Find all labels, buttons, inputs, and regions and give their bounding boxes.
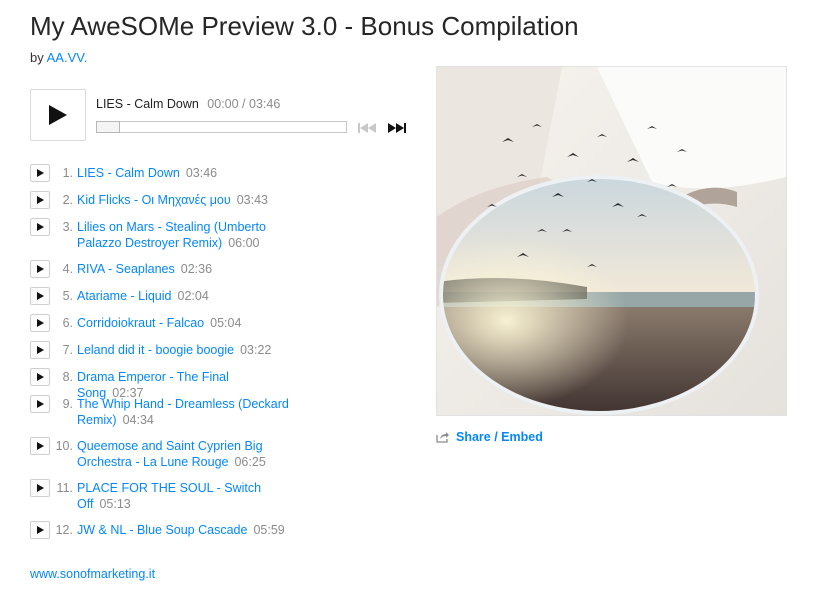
main-play-button[interactable]: [30, 89, 86, 141]
next-track-button[interactable]: [387, 121, 407, 133]
track-duration: 06:00: [228, 236, 260, 250]
track-duration: 03:43: [236, 193, 268, 207]
track-duration: 04:34: [122, 413, 154, 427]
track-play-button[interactable]: [30, 368, 50, 386]
play-icon: [37, 346, 44, 354]
track-text: Kid Flicks - Οι Μηχανές μου 03:43: [77, 192, 297, 208]
track-play-button[interactable]: [30, 341, 50, 359]
track-number: 5.: [62, 289, 73, 303]
track-title-link[interactable]: LIES - Calm Down: [77, 166, 180, 180]
play-icon: [37, 223, 44, 231]
track-number: 11.: [56, 481, 73, 495]
track-number: 6.: [62, 316, 73, 330]
track-play-button[interactable]: [30, 395, 50, 413]
play-icon: [37, 526, 44, 534]
track-play-button[interactable]: [30, 314, 50, 332]
track-text: Atariame - Liquid 02:04: [77, 288, 297, 304]
play-icon: [37, 400, 44, 408]
track-title-link[interactable]: Corridoiokraut - Falcao: [77, 316, 204, 330]
album-title: My AweSOMe Preview 3.0 - Bonus Compilati…: [30, 11, 579, 41]
track-title-link[interactable]: Kid Flicks - Οι Μηχανές μου: [77, 193, 231, 207]
track-number: 2.: [62, 193, 73, 207]
progress-bar[interactable]: [96, 121, 347, 133]
play-icon: [37, 169, 44, 177]
play-icon: [49, 105, 67, 125]
track-number: 1.: [62, 166, 73, 180]
track-play-button[interactable]: [30, 437, 50, 455]
track-title-link[interactable]: The Whip Hand - Dreamless (Deckard Remix…: [77, 397, 289, 427]
track-duration: 02:36: [180, 262, 213, 276]
album-cover-image: [437, 67, 786, 415]
track-text: Corridoiokraut - Falcao 05:04: [77, 315, 297, 331]
track-duration: 05:59: [253, 523, 285, 537]
byline: by AA.VV.: [30, 50, 87, 65]
share-embed-label: Share / Embed: [456, 430, 543, 444]
play-icon: [37, 319, 44, 327]
track-duration: 03:22: [240, 343, 272, 357]
previous-track-button[interactable]: [357, 121, 377, 133]
track-duration: 05:13: [99, 497, 131, 511]
track-duration: 06:25: [234, 455, 266, 469]
track-duration: 05:04: [210, 316, 242, 330]
track-number: 3.: [62, 220, 73, 234]
track-title-link[interactable]: Leland did it - boogie boogie: [77, 343, 234, 357]
track-number: 12.: [55, 523, 73, 537]
track-text: RIVA - Seaplanes 02:36: [77, 261, 297, 277]
by-prefix: by: [30, 50, 44, 65]
track-number: 7.: [62, 343, 73, 357]
footer-website-link[interactable]: www.sonofmarketing.it: [30, 567, 155, 581]
track-duration: 03:46: [185, 166, 218, 180]
now-playing: LIES - Calm Down 00:00 / 03:46: [96, 97, 280, 111]
next-icon: [388, 123, 406, 133]
now-playing-title: LIES - Calm Down: [96, 97, 199, 111]
track-number: 10.: [55, 439, 73, 453]
track-duration: 02:04: [177, 289, 209, 303]
play-icon: [37, 265, 44, 273]
track-play-button[interactable]: [30, 521, 50, 539]
track-play-button[interactable]: [30, 218, 50, 236]
track-text: Queemose and Saint Cyprien Big Orchestra…: [77, 438, 297, 470]
track-play-button[interactable]: [30, 287, 50, 305]
track-text: Lilies on Mars - Stealing (Umberto Palaz…: [77, 219, 297, 251]
track-title-link[interactable]: RIVA - Seaplanes: [77, 262, 175, 276]
track-title-link[interactable]: JW & NL - Blue Soup Cascade: [77, 523, 247, 537]
share-icon: [436, 432, 449, 443]
album-cover[interactable]: [436, 66, 787, 416]
play-icon: [37, 442, 44, 450]
play-icon: [37, 484, 44, 492]
track-text: LIES - Calm Down 03:46: [77, 165, 297, 181]
now-playing-time: 00:00 / 03:46: [207, 97, 281, 111]
share-embed-button[interactable]: Share / Embed: [436, 430, 543, 444]
track-text: The Whip Hand - Dreamless (Deckard Remix…: [77, 396, 297, 428]
track-play-button[interactable]: [30, 260, 50, 278]
track-play-button[interactable]: [30, 479, 50, 497]
track-text: JW & NL - Blue Soup Cascade 05:59: [77, 522, 297, 538]
track-number: 9.: [62, 397, 73, 411]
play-icon: [37, 373, 44, 381]
track-play-button[interactable]: [30, 191, 50, 209]
track-number: 4.: [62, 262, 73, 276]
audio-player: LIES - Calm Down 00:00 / 03:46: [30, 89, 410, 141]
play-icon: [37, 292, 44, 300]
progress-handle[interactable]: [96, 121, 120, 133]
track-number: 8.: [62, 370, 73, 384]
track-text: PLACE FOR THE SOUL - Switch Off 05:13: [77, 480, 297, 512]
artist-link[interactable]: AA.VV.: [47, 50, 88, 65]
previous-icon: [358, 123, 376, 133]
play-icon: [37, 196, 44, 204]
track-title-link[interactable]: Atariame - Liquid: [77, 289, 172, 303]
track-text: Leland did it - boogie boogie 03:22: [77, 342, 297, 358]
track-play-button[interactable]: [30, 164, 50, 182]
